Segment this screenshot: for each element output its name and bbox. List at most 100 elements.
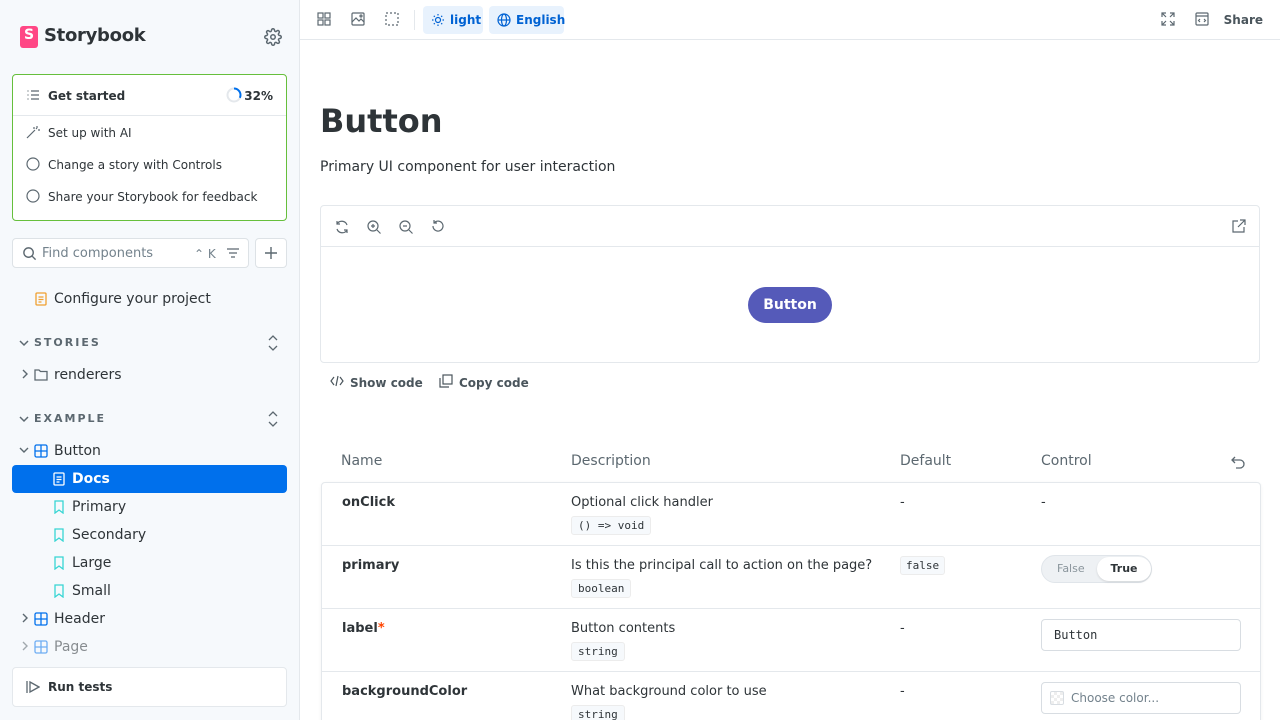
- grid-icon[interactable]: [317, 12, 331, 26]
- get-started-item[interactable]: Set up with AI: [13, 116, 286, 148]
- zoom-out-icon[interactable]: [398, 219, 414, 235]
- arg-description: Button contents: [571, 621, 676, 636]
- chevron-down-icon[interactable]: [19, 414, 29, 424]
- column-header: Control: [1041, 453, 1092, 469]
- reset-controls-icon[interactable]: [1231, 455, 1245, 469]
- get-started-item[interactable]: Change a story with Controls: [13, 148, 286, 180]
- get-started-item[interactable]: Share your Storybook for feedback: [13, 180, 286, 212]
- sidebar-item-primary[interactable]: Primary: [12, 493, 287, 521]
- arg-description: What background color to use: [571, 684, 767, 699]
- sidebar-item-button[interactable]: Button: [12, 437, 287, 465]
- boolean-toggle[interactable]: False True: [1041, 555, 1152, 583]
- section-title[interactable]: EXAMPLE: [34, 412, 106, 425]
- component-icon: [34, 640, 48, 654]
- chevron-down-icon[interactable]: [19, 338, 29, 348]
- toggle-false[interactable]: False: [1057, 562, 1085, 575]
- sidebar-item-docs[interactable]: Docs: [12, 465, 287, 493]
- args-table: Name Description Default Control onClick…: [321, 445, 1261, 720]
- code-window-icon[interactable]: [1195, 12, 1209, 26]
- docs-content: Button Primary UI component for user int…: [300, 40, 1280, 720]
- copy-icon: [439, 374, 453, 388]
- progress-percent: 32%: [244, 89, 273, 103]
- filter-icon[interactable]: [226, 246, 240, 260]
- demo-button[interactable]: Button: [748, 287, 832, 323]
- sidebar-item-renderers[interactable]: renderers: [12, 361, 287, 389]
- image-icon[interactable]: [351, 12, 365, 26]
- circle-icon: [26, 157, 40, 171]
- sidebar-item-label: Secondary: [72, 527, 147, 543]
- arg-type: string: [571, 642, 625, 661]
- expand-all-icon[interactable]: [266, 411, 280, 427]
- run-tests-button[interactable]: Run tests: [12, 667, 287, 707]
- section-title[interactable]: STORIES: [34, 336, 101, 349]
- chevron-down-icon: [19, 447, 29, 453]
- arg-default: false: [900, 556, 946, 575]
- search-input[interactable]: Find components ⌃ K: [12, 238, 249, 268]
- sidebar-item-label: Header: [54, 611, 105, 627]
- arg-name: label*: [342, 621, 385, 636]
- color-placeholder: Choose color...: [1071, 691, 1160, 705]
- chevron-right-icon: [22, 613, 28, 623]
- progress-ring-icon: [226, 87, 242, 103]
- get-started-item-label: Share your Storybook for feedback: [48, 190, 258, 204]
- zoom-in-icon[interactable]: [366, 219, 382, 235]
- label-text-field[interactable]: Button: [1041, 619, 1241, 651]
- expand-all-icon[interactable]: [266, 335, 280, 351]
- arg-type: boolean: [571, 579, 632, 598]
- magic-wand-icon: [26, 126, 40, 139]
- app-name[interactable]: Storybook: [44, 25, 146, 46]
- sidebar-item-label: renderers: [54, 367, 122, 383]
- bookmark-icon: [54, 500, 64, 514]
- sidebar-item-page[interactable]: Page: [12, 633, 287, 661]
- sidebar-item-label: Page: [54, 639, 88, 655]
- circle-icon: [26, 189, 40, 203]
- folder-icon: [34, 369, 48, 381]
- table-row: backgroundColor What background color to…: [322, 672, 1260, 720]
- open-new-tab-icon[interactable]: [1232, 219, 1246, 233]
- storybook-logo-icon[interactable]: S: [20, 26, 38, 48]
- sidebar-item-secondary[interactable]: Secondary: [12, 521, 287, 549]
- table-body: onClick Optional click handler () => voi…: [321, 482, 1261, 720]
- sidebar-item-label: Configure your project: [54, 291, 211, 307]
- sidebar-item-label: Small: [72, 583, 111, 599]
- gear-icon[interactable]: [264, 28, 282, 46]
- arg-default: -: [900, 495, 905, 510]
- get-started-item-label: Set up with AI: [48, 126, 132, 140]
- arg-name: primary: [342, 558, 400, 573]
- plus-icon: [265, 247, 277, 259]
- arg-default: -: [900, 621, 905, 636]
- preview-toolbar: [321, 206, 1259, 247]
- sidebar-item-header[interactable]: Header: [12, 605, 287, 633]
- copy-code-label: Copy code: [459, 376, 529, 390]
- zoom-reset-icon[interactable]: [430, 219, 446, 235]
- table-row: primary Is this the principal call to ac…: [322, 546, 1260, 609]
- arg-name: onClick: [342, 495, 395, 510]
- create-component-button[interactable]: [255, 238, 287, 268]
- sidebar-item-label: Large: [72, 555, 112, 571]
- sidebar-item-configure[interactable]: Configure your project: [12, 285, 287, 313]
- component-icon: [34, 612, 48, 626]
- sidebar-item-large[interactable]: Large: [12, 549, 287, 577]
- color-swatch[interactable]: [1050, 691, 1064, 705]
- arg-type: string: [571, 705, 625, 720]
- code-icon: [330, 375, 344, 387]
- get-started-item-label: Change a story with Controls: [48, 158, 222, 172]
- get-started-title: Get started: [48, 89, 126, 103]
- get-started-header[interactable]: Get started 32%: [13, 75, 286, 116]
- arg-name: backgroundColor: [342, 684, 468, 699]
- color-picker-field[interactable]: Choose color...: [1041, 682, 1241, 714]
- theme-toggle[interactable]: light: [423, 6, 483, 34]
- checklist-icon: [27, 90, 39, 100]
- arg-type: () => void: [571, 516, 652, 535]
- remount-icon[interactable]: [334, 219, 350, 235]
- page-title: Button: [320, 102, 443, 140]
- locale-label: English: [516, 13, 566, 27]
- outline-icon[interactable]: [385, 12, 399, 26]
- sidebar-item-small[interactable]: Small: [12, 577, 287, 605]
- arg-default: -: [900, 684, 905, 699]
- fullscreen-icon[interactable]: [1161, 12, 1175, 26]
- toggle-true[interactable]: True: [1097, 557, 1151, 581]
- toolbar-divider: [414, 10, 415, 30]
- locale-toggle[interactable]: English: [489, 6, 566, 34]
- share-button[interactable]: Share: [1224, 13, 1263, 27]
